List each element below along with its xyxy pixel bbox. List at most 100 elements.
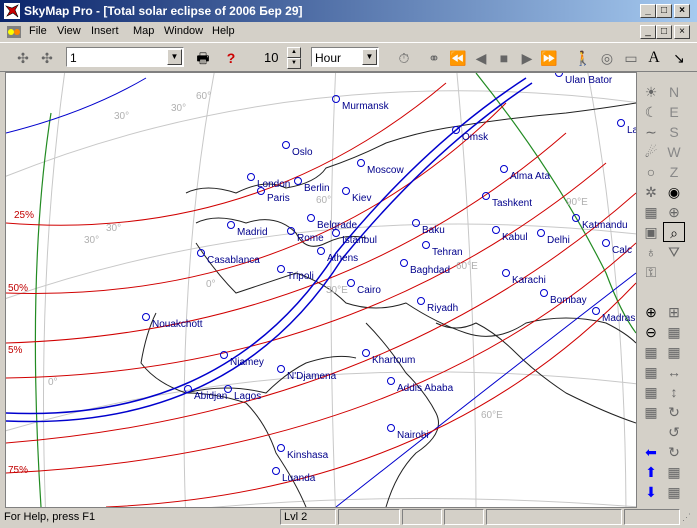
city-marker-icon[interactable] <box>277 365 285 373</box>
stop-icon[interactable]: ■ <box>493 47 515 69</box>
circle-icon[interactable]: ○ <box>640 162 662 182</box>
rewind-icon[interactable]: ⏪ <box>447 47 469 69</box>
rotate-icon[interactable]: ↻ <box>663 402 685 422</box>
city-marker-icon[interactable] <box>362 349 370 357</box>
city-marker-icon[interactable] <box>277 265 285 273</box>
city-marker-icon[interactable] <box>540 289 548 297</box>
city-marker-icon[interactable] <box>592 307 600 315</box>
city-marker-icon[interactable] <box>400 259 408 267</box>
target-icon[interactable]: ◎ <box>596 47 618 69</box>
city-marker-icon[interactable] <box>502 269 510 277</box>
city-marker-icon[interactable] <box>417 297 425 305</box>
undo-icon[interactable]: ↺ <box>663 422 685 442</box>
city-marker-icon[interactable] <box>307 214 315 222</box>
city-marker-icon[interactable] <box>617 119 625 127</box>
city-marker-icon[interactable] <box>412 219 420 227</box>
redo-icon[interactable]: ↻ <box>663 442 685 462</box>
city-marker-icon[interactable] <box>387 377 395 385</box>
table-icon[interactable]: ▦ <box>640 402 662 422</box>
city-marker-icon[interactable] <box>277 444 285 452</box>
south-icon[interactable]: S <box>663 122 685 142</box>
north-icon[interactable]: N <box>663 82 685 102</box>
galaxy-icon[interactable]: ✲ <box>640 182 662 202</box>
step-value[interactable]: 10 <box>264 50 278 65</box>
scale-combo[interactable]: 1 ▼ <box>66 47 184 67</box>
city-marker-icon[interactable] <box>602 239 610 247</box>
zoom-out-icon[interactable]: ⊖ <box>640 322 662 342</box>
text-tool-icon[interactable]: A <box>643 47 665 69</box>
menu-help[interactable]: Help <box>212 25 235 37</box>
line-tool-icon[interactable]: ↘ <box>668 47 690 69</box>
zoom-box-icon[interactable]: ⌕ <box>663 222 685 242</box>
city-marker-icon[interactable] <box>555 73 563 77</box>
document-icon[interactable] <box>6 24 22 40</box>
close-button[interactable]: × <box>674 4 690 18</box>
menu-view[interactable]: View <box>57 25 81 37</box>
mdi-minimize-button[interactable]: _ <box>640 25 656 39</box>
mesh-icon[interactable]: ▦ <box>663 482 685 502</box>
globe-icon[interactable]: ◉ <box>663 182 685 202</box>
city-marker-icon[interactable] <box>247 173 255 181</box>
spin-down-icon[interactable]: ▼ <box>287 58 301 69</box>
spin-up-icon[interactable]: ▲ <box>287 47 301 58</box>
zenith-icon[interactable]: Z <box>663 162 685 182</box>
grid-icon[interactable]: ▦ <box>640 202 662 222</box>
step-spinner[interactable]: ▲ ▼ <box>287 47 301 69</box>
camera-icon[interactable]: ▣ <box>640 222 662 242</box>
wave-icon[interactable]: ∼ <box>640 122 662 142</box>
walk-icon[interactable]: 🚶 <box>572 47 594 69</box>
printer-icon[interactable]: 🖶 <box>192 47 214 69</box>
fit-icon[interactable]: ⊞ <box>663 302 685 322</box>
mdi-close-button[interactable]: × <box>674 25 690 39</box>
menu-window[interactable]: Window <box>164 25 203 37</box>
step-back-icon[interactable]: ◀ <box>470 47 492 69</box>
city-marker-icon[interactable] <box>224 385 232 393</box>
fast-forward-icon[interactable]: ⏩ <box>538 47 560 69</box>
sun-icon[interactable]: ☀ <box>640 82 662 102</box>
unit-combo[interactable]: Hour ▼ <box>311 47 379 67</box>
filter-icon[interactable]: ⛛ <box>663 242 685 262</box>
resize-grip-icon[interactable]: ⋰ <box>682 512 691 523</box>
city-marker-icon[interactable] <box>387 424 395 432</box>
map-view[interactable]: 25% 50% 5% 75% 60° 30° 90°E 30° 0° 30°E … <box>5 72 637 508</box>
city-marker-icon[interactable] <box>184 385 192 393</box>
menu-file[interactable]: File <box>29 25 47 37</box>
compass-icon[interactable]: ⊕ <box>663 202 685 222</box>
city-marker-icon[interactable] <box>347 279 355 287</box>
chevron-down-icon[interactable]: ▼ <box>167 49 182 65</box>
mesh-icon[interactable]: ▦ <box>663 462 685 482</box>
menu-map[interactable]: Map <box>133 25 154 37</box>
link-icon[interactable]: ⚭ <box>423 47 445 69</box>
chevron-down-icon[interactable]: ▼ <box>362 49 377 65</box>
maximize-button[interactable]: □ <box>656 4 672 18</box>
city-marker-icon[interactable] <box>537 229 545 237</box>
mdi-restore-button[interactable]: □ <box>656 25 672 39</box>
city-marker-icon[interactable] <box>492 226 500 234</box>
clock-icon[interactable]: ⏱ <box>393 47 415 69</box>
menu-insert[interactable]: Insert <box>91 25 119 37</box>
west-icon[interactable]: W <box>663 142 685 162</box>
city-marker-icon[interactable] <box>422 241 430 249</box>
telescope-icon[interactable]: ♁ <box>640 242 662 262</box>
city-marker-icon[interactable] <box>227 221 235 229</box>
table-icon[interactable]: ▦ <box>640 342 662 362</box>
grid-icon[interactable]: ▦ <box>663 342 685 362</box>
minimize-button[interactable]: _ <box>640 4 656 18</box>
arrow-left-icon[interactable]: ⬅ <box>640 442 662 462</box>
table-icon[interactable]: ▦ <box>640 362 662 382</box>
crosshair-alt-icon[interactable]: ✣ <box>36 47 58 69</box>
city-marker-icon[interactable] <box>272 467 280 475</box>
comet-icon[interactable]: ☄ <box>640 142 662 162</box>
city-marker-icon[interactable] <box>142 313 150 321</box>
zoom-in-icon[interactable]: ⊕ <box>640 302 662 322</box>
arrow-down-icon[interactable]: ⬇ <box>640 482 662 502</box>
table-icon[interactable]: ▦ <box>640 382 662 402</box>
moon-icon[interactable]: ☾ <box>640 102 662 122</box>
rectangle-icon[interactable]: ▭ <box>620 47 642 69</box>
city-marker-icon[interactable] <box>500 165 508 173</box>
city-marker-icon[interactable] <box>282 141 290 149</box>
key-icon[interactable]: ⚿ <box>640 262 662 282</box>
arrow-up-icon[interactable]: ⬆ <box>640 462 662 482</box>
city-marker-icon[interactable] <box>342 187 350 195</box>
resize-horizontal-icon[interactable]: ↔ <box>663 362 685 382</box>
